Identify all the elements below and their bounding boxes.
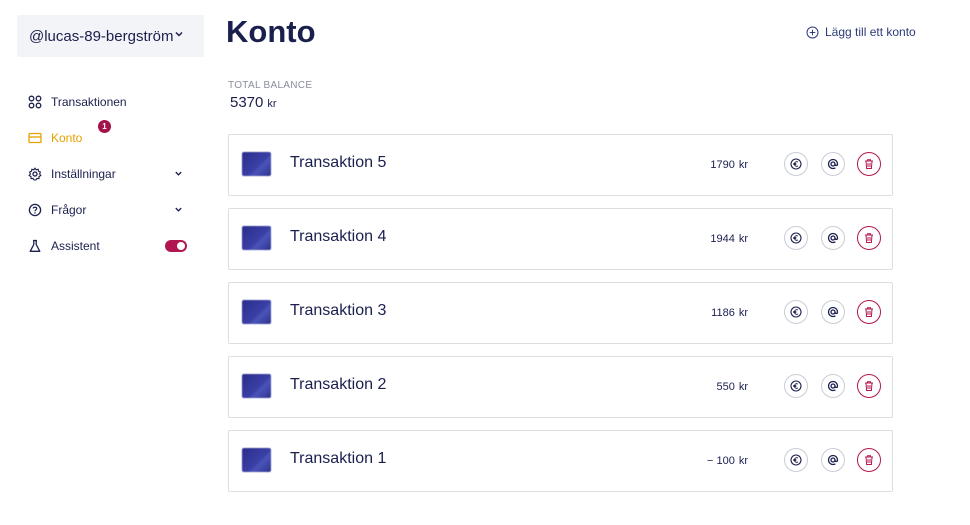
- sidebar-item-transaktionen[interactable]: Transaktionen: [28, 84, 193, 120]
- euro-icon: [790, 158, 802, 170]
- notification-badge: 1: [98, 120, 111, 133]
- transaction-list: Transaktion 5 1790 kr Transaktion 4 1944 k…: [228, 134, 893, 504]
- amount-currency: kr: [738, 233, 748, 245]
- delete-button[interactable]: [857, 300, 881, 324]
- plus-circle-icon: [806, 26, 819, 38]
- transaction-amount: 1944 kr: [710, 233, 748, 245]
- transaction-card[interactable]: Transaktion 4 1944 kr: [228, 208, 893, 270]
- balance-amount: 5370: [230, 94, 264, 111]
- amount-value: 1186: [711, 307, 735, 319]
- transaction-name: Transaktion 5: [290, 154, 387, 171]
- balance-value: 5370 kr: [230, 94, 277, 111]
- amount-currency: kr: [738, 381, 748, 393]
- euro-button[interactable]: [784, 448, 808, 472]
- share-button[interactable]: [821, 152, 845, 176]
- sidebar-item-konto[interactable]: Konto 1: [28, 120, 193, 156]
- add-account-label: Lägg till ett konto: [825, 25, 916, 39]
- share-button[interactable]: [821, 448, 845, 472]
- grid-icon: [28, 95, 42, 109]
- sidebar-item-label: Frågor: [51, 203, 87, 217]
- transaction-card[interactable]: Transaktion 2 550 kr: [228, 356, 893, 418]
- user-name: @lucas-89-bergström: [29, 27, 174, 45]
- euro-icon: [790, 306, 802, 318]
- delete-button[interactable]: [857, 226, 881, 250]
- at-icon: [827, 232, 839, 244]
- sidebar-item-label: Transaktionen: [51, 95, 127, 109]
- euro-button[interactable]: [784, 226, 808, 250]
- transaction-amount: − 100 kr: [707, 455, 748, 467]
- at-icon: [827, 454, 839, 466]
- at-icon: [827, 306, 839, 318]
- at-icon: [827, 158, 839, 170]
- amount-value: 1944: [710, 233, 735, 245]
- transaction-card[interactable]: Transaktion 1 − 100 kr: [228, 430, 893, 492]
- amount-value: 1790: [710, 159, 735, 171]
- user-account-selector[interactable]: @lucas-89-bergström: [17, 15, 204, 57]
- transaction-amount: 1186 kr: [711, 307, 748, 319]
- euro-icon: [790, 454, 802, 466]
- amount-currency: kr: [738, 455, 748, 467]
- sidebar-item-label: Assistent: [51, 239, 100, 253]
- toggle-knob: [177, 242, 185, 250]
- amount-value: 550: [716, 381, 735, 393]
- share-button[interactable]: [821, 300, 845, 324]
- transaction-amount: 550 kr: [716, 381, 748, 393]
- transaction-name: Transaktion 2: [290, 376, 387, 393]
- sidebar-item-installningar[interactable]: Inställningar: [28, 156, 193, 192]
- transaction-name: Transaktion 4: [290, 228, 387, 245]
- sidebar-item-fragor[interactable]: Frågor: [28, 192, 193, 228]
- delete-button[interactable]: [857, 374, 881, 398]
- trash-icon: [865, 307, 873, 317]
- question-icon: [28, 203, 42, 217]
- card-thumbnail: [242, 226, 271, 250]
- euro-icon: [790, 232, 802, 244]
- transaction-name: Transaktion 1: [290, 450, 387, 467]
- euro-button[interactable]: [784, 374, 808, 398]
- chevron-down-icon: [175, 31, 183, 37]
- amount-currency: kr: [738, 159, 748, 171]
- sidebar-nav: Transaktionen Konto 1 Inställningar Fråg…: [28, 84, 193, 264]
- chevron-down-icon: [175, 207, 182, 212]
- chevron-down-icon: [175, 171, 182, 176]
- page-title: Konto: [226, 14, 316, 49]
- card-thumbnail: [242, 300, 271, 324]
- card-thumbnail: [242, 448, 271, 472]
- card-thumbnail: [242, 374, 271, 398]
- balance-label: TOTAL BALANCE: [228, 80, 313, 91]
- card-thumbnail: [242, 152, 271, 176]
- share-button[interactable]: [821, 374, 845, 398]
- trash-icon: [865, 233, 873, 243]
- trash-icon: [865, 159, 873, 169]
- share-button[interactable]: [821, 226, 845, 250]
- trash-icon: [865, 381, 873, 391]
- trash-icon: [865, 455, 873, 465]
- sidebar-item-label: Konto: [51, 131, 83, 145]
- gear-icon: [28, 167, 42, 181]
- delete-button[interactable]: [857, 448, 881, 472]
- delete-button[interactable]: [857, 152, 881, 176]
- at-icon: [827, 380, 839, 392]
- transaction-card[interactable]: Transaktion 3 1186 kr: [228, 282, 893, 344]
- balance-currency: kr: [267, 98, 277, 110]
- euro-button[interactable]: [784, 300, 808, 324]
- euro-icon: [790, 380, 802, 392]
- amount-value: − 100: [706, 455, 735, 467]
- transaction-amount: 1790 kr: [710, 159, 748, 171]
- add-account-button[interactable]: Lägg till ett konto: [806, 25, 916, 39]
- sidebar-item-label: Inställningar: [51, 167, 116, 181]
- transaction-name: Transaktion 3: [290, 302, 387, 319]
- flask-icon: [28, 239, 42, 253]
- card-icon: [28, 131, 42, 145]
- euro-button[interactable]: [784, 152, 808, 176]
- amount-currency: kr: [738, 307, 748, 319]
- assistant-toggle[interactable]: [165, 240, 187, 252]
- sidebar-item-assistent[interactable]: Assistent: [28, 228, 193, 264]
- transaction-card[interactable]: Transaktion 5 1790 kr: [228, 134, 893, 196]
